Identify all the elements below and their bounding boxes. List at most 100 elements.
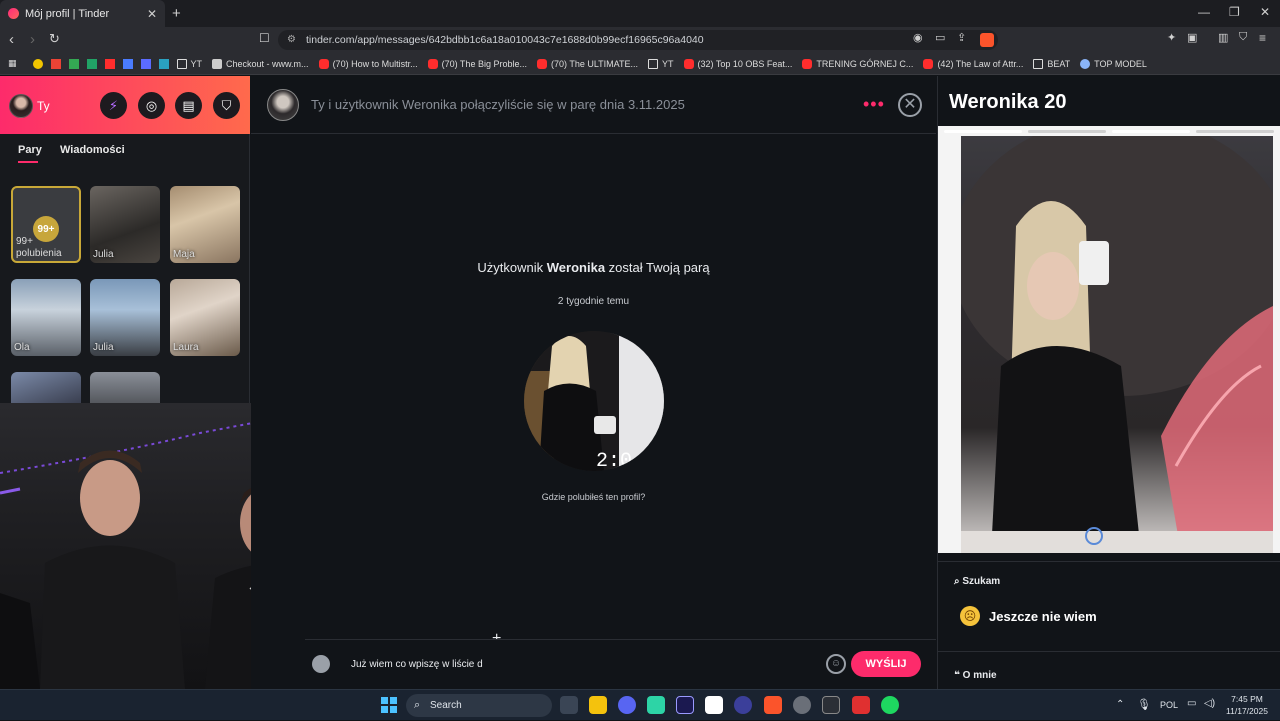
gmail-icon[interactable]: [50, 58, 61, 69]
sheets-icon[interactable]: [86, 58, 97, 69]
photo-indicator[interactable]: [1028, 130, 1106, 133]
browser-tab[interactable]: Mój profil | Tinder ✕: [0, 0, 165, 27]
url-bar[interactable]: ⚙ tinder.com/app/messages/642bdbb1c6a18a…: [278, 30, 998, 50]
recorder-icon[interactable]: [852, 696, 870, 714]
bookmark-item[interactable]: YT: [648, 58, 674, 69]
safety-shield-icon[interactable]: ⛉: [213, 92, 240, 119]
bookmark-item[interactable]: YT: [176, 58, 202, 69]
extension-3-icon[interactable]: [140, 58, 151, 69]
network-icon[interactable]: ▭: [1187, 698, 1196, 709]
cast-icon[interactable]: ▭: [935, 31, 945, 44]
extension-2-icon[interactable]: [122, 58, 133, 69]
bookmark-item[interactable]: TOP MODEL: [1080, 58, 1147, 69]
bookmark-item[interactable]: (70) The ULTIMATE...: [536, 58, 638, 69]
forward-icon[interactable]: ›: [30, 31, 35, 48]
maximize-icon[interactable]: ❐: [1229, 5, 1240, 19]
emoji-icon[interactable]: ☺: [826, 654, 846, 674]
match-card[interactable]: [90, 372, 160, 403]
close-window-icon[interactable]: ✕: [1260, 5, 1270, 19]
match-photo[interactable]: 2:0: [524, 331, 664, 471]
match-card[interactable]: Julia: [90, 186, 160, 263]
back-icon[interactable]: ‹: [9, 31, 14, 48]
tab-messages[interactable]: Wiadomości: [60, 144, 125, 156]
bookmark-item[interactable]: BEAT: [1033, 58, 1070, 69]
youtube-icon[interactable]: [104, 58, 115, 69]
sidebar-toggle-icon[interactable]: ▥: [1218, 31, 1228, 44]
tab-close-icon[interactable]: ✕: [147, 7, 157, 21]
tab-matches[interactable]: Pary: [18, 144, 42, 156]
likes-card[interactable]: 99+ 99+ polubienia: [11, 186, 81, 263]
app-icon[interactable]: [647, 696, 665, 714]
briefcase-icon[interactable]: ▤: [175, 92, 202, 119]
profile-photo[interactable]: [938, 126, 1280, 553]
svg-text:2:0: 2:0: [596, 450, 632, 471]
bookmark-item[interactable]: (70) How to Multistr...: [318, 58, 418, 69]
obs-icon[interactable]: [793, 696, 811, 714]
reload-icon[interactable]: ↻: [49, 31, 60, 47]
message-input[interactable]: Już wiem co wpiszę w liście d: [351, 659, 483, 670]
spotify-icon[interactable]: [881, 696, 899, 714]
share-icon[interactable]: ⇪: [957, 31, 966, 44]
bookmark-item[interactable]: TRENING GÓRNEJ C...: [802, 58, 913, 69]
capcut-icon[interactable]: [705, 696, 723, 714]
profile-name[interactable]: Ty: [37, 99, 50, 113]
match-time: 2 tygodnie temu: [557, 296, 630, 307]
matches-sidebar: Ty ⚡ ◎ ▤ ⛉ Pary Wiadomości 99+ 99+ polub…: [0, 76, 250, 403]
vpn-icon[interactable]: ⛉: [1239, 31, 1247, 44]
photo-indicator[interactable]: [1196, 130, 1274, 133]
match-card[interactable]: Ola: [11, 279, 81, 356]
file-explorer-icon[interactable]: [589, 696, 607, 714]
bookmark-item[interactable]: (32) Top 10 OBS Feat...: [683, 58, 792, 69]
windows-start-icon[interactable]: [381, 697, 397, 713]
discord-icon[interactable]: [618, 696, 636, 714]
menu-icon[interactable]: ≡: [1259, 31, 1266, 45]
extension-1-icon[interactable]: [32, 58, 43, 69]
microphone-icon[interactable]: 🎙: [1137, 698, 1151, 711]
clock-time: 7:45 PM: [1231, 694, 1263, 704]
taskbar-search[interactable]: ⌕ Search: [406, 694, 552, 717]
bookmark-icon[interactable]: ☐: [259, 31, 270, 45]
bookmark-item[interactable]: Checkout - www.m...: [212, 58, 309, 69]
brave-icon[interactable]: [764, 696, 782, 714]
match-card[interactable]: [11, 372, 81, 403]
drive-icon[interactable]: [68, 58, 79, 69]
app-icon[interactable]: [734, 696, 752, 714]
extensions-icon[interactable]: ✦: [1167, 31, 1176, 44]
match-card[interactable]: Julia: [90, 279, 160, 356]
match-name: Ola: [14, 342, 30, 353]
chat-header: Ty i użytkownik Weronika połączyliście s…: [251, 76, 936, 134]
terminal-icon[interactable]: [822, 696, 840, 714]
task-view-icon[interactable]: [560, 696, 578, 714]
quote-icon: ❝: [954, 670, 963, 681]
thinking-face-icon: ☹: [960, 606, 980, 626]
photo-indicator[interactable]: [1112, 130, 1190, 133]
site-info-icon[interactable]: ⚙: [287, 30, 296, 50]
minimize-icon[interactable]: —: [1198, 5, 1210, 19]
bookmark-item[interactable]: (42) The Law of Attr...: [923, 58, 1023, 69]
bookmark-item[interactable]: (70) The Big Proble...: [427, 58, 527, 69]
close-chat-icon[interactable]: ✕: [898, 93, 922, 117]
where-liked-question[interactable]: Gdzie polubiłeś ten profil?: [471, 492, 716, 502]
volume-icon[interactable]: ◁): [1204, 698, 1215, 709]
brave-shield-icon[interactable]: [980, 33, 994, 47]
tray-overflow-icon[interactable]: ⌃: [1116, 699, 1124, 710]
clock[interactable]: 7:45 PM 11/17/2025: [1222, 693, 1272, 717]
extension-4-icon[interactable]: [158, 58, 169, 69]
match-avatar[interactable]: [267, 89, 299, 121]
avatar[interactable]: [9, 94, 33, 118]
explore-icon[interactable]: ◎: [138, 92, 165, 119]
premiere-icon[interactable]: [676, 696, 694, 714]
more-options-icon[interactable]: •••: [863, 94, 885, 115]
spotify-share-icon[interactable]: [312, 655, 330, 673]
tab-search-icon[interactable]: ▣: [1187, 31, 1197, 44]
location-icon[interactable]: ◉: [913, 31, 923, 44]
photo-indicator[interactable]: [944, 130, 1022, 133]
match-card[interactable]: Maja: [170, 186, 240, 263]
match-name: Julia: [93, 249, 114, 260]
language-indicator[interactable]: POL: [1160, 700, 1178, 710]
new-tab-icon[interactable]: +: [172, 5, 181, 22]
send-button[interactable]: WYŚLIJ: [851, 651, 921, 677]
match-card[interactable]: Laura: [170, 279, 240, 356]
boost-icon[interactable]: ⚡: [100, 92, 127, 119]
apps-icon[interactable]: ▦: [8, 58, 17, 69]
